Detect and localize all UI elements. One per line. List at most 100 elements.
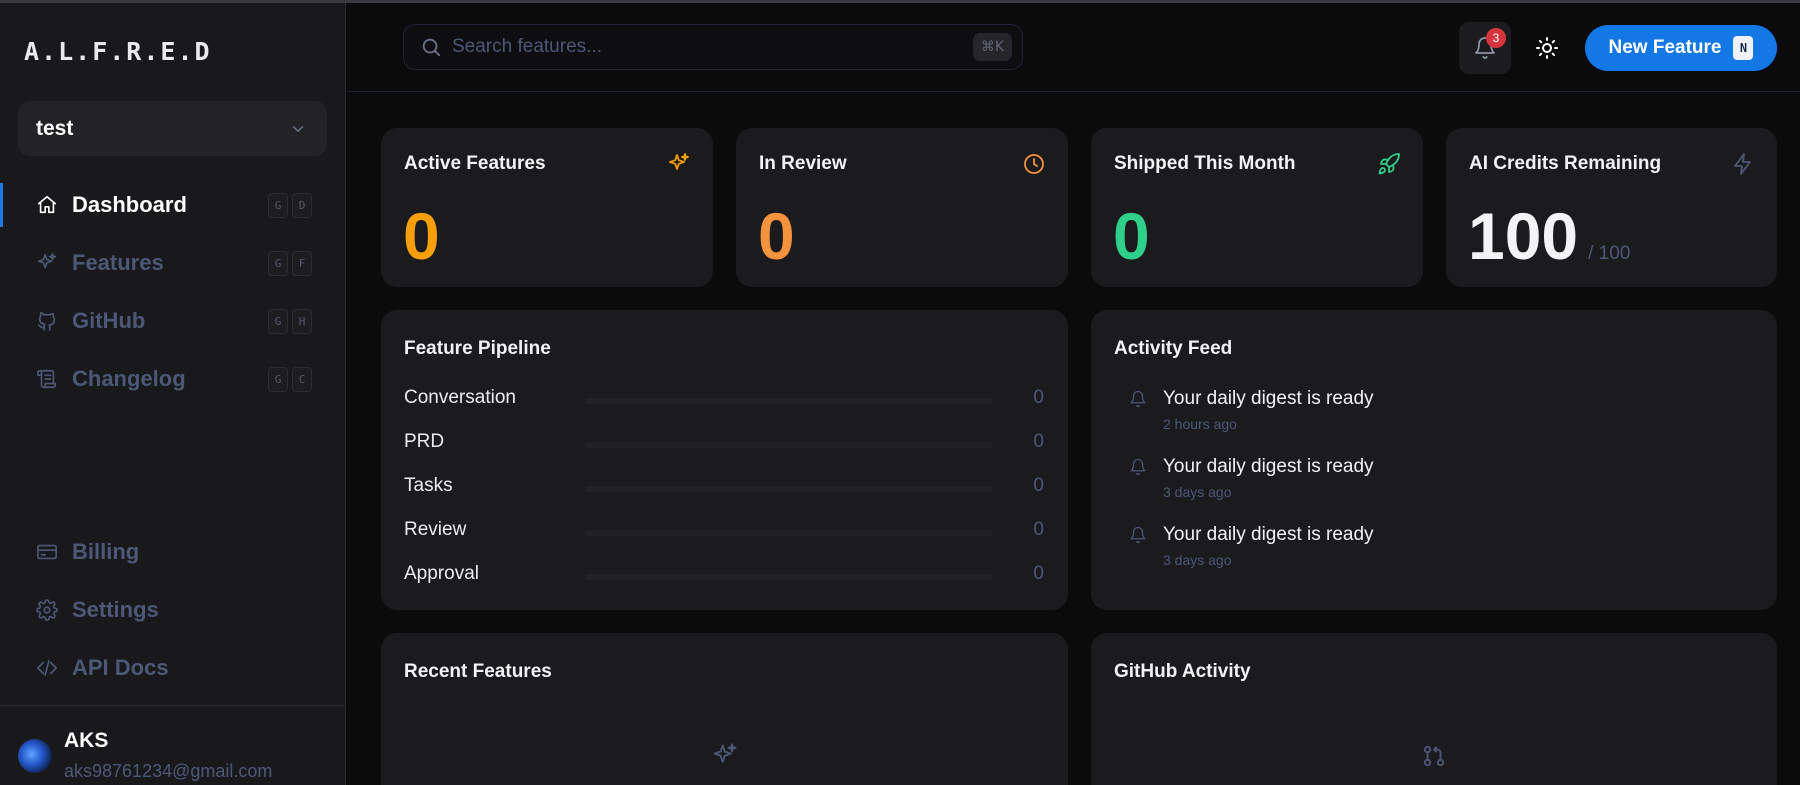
stat-card-active-features: Active Features 0	[381, 128, 713, 287]
activity-text: Your daily digest is ready	[1163, 388, 1374, 409]
activity-time: 3 days ago	[1163, 484, 1232, 500]
search-input[interactable]	[452, 36, 952, 58]
code-icon	[36, 657, 58, 679]
stat-value: 100 / 100	[1468, 198, 1630, 274]
pipeline-stage-label: Conversation	[404, 387, 516, 408]
sidebar-item-github[interactable]: GitHub G H	[0, 299, 345, 343]
bell-icon	[1130, 458, 1146, 476]
sidebar-item-label: Dashboard	[72, 192, 187, 217]
pipeline-stage-label: Tasks	[404, 475, 453, 496]
pipeline-progress-track	[585, 574, 993, 580]
pipeline-progress-track	[585, 530, 993, 536]
sidebar-item-features[interactable]: Features G F	[0, 241, 345, 285]
card-icon	[36, 541, 58, 563]
stat-title: In Review	[759, 153, 847, 174]
activity-time: 2 hours ago	[1163, 416, 1237, 432]
pipeline-progress-track	[585, 398, 993, 404]
git-pull-request-icon	[1423, 745, 1445, 767]
user-email: aks98761234@gmail.com	[64, 761, 273, 781]
shortcut-key: C	[292, 366, 312, 392]
shortcut-keys: G D	[268, 192, 312, 218]
credits-value: 100	[1468, 199, 1579, 273]
stat-title: AI Credits Remaining	[1469, 153, 1662, 174]
shortcut-key: D	[292, 192, 312, 218]
pipeline-stage-label: PRD	[404, 431, 445, 452]
new-feature-label: New Feature	[1608, 37, 1722, 58]
sidebar-item-dashboard[interactable]: Dashboard G D	[0, 183, 345, 227]
sidebar-item-label: Changelog	[72, 366, 186, 391]
new-feature-button[interactable]: New Feature N	[1585, 25, 1777, 71]
sidebar-item-label: API Docs	[72, 655, 169, 680]
shortcut-keys: G F	[268, 250, 312, 276]
sidebar-item-label: Features	[72, 250, 164, 275]
sparkle-icon	[36, 252, 58, 274]
credits-total: / 100	[1588, 243, 1631, 264]
stat-card-ai-credits: AI Credits Remaining 100 / 100	[1446, 128, 1777, 287]
stat-title: Active Features	[404, 153, 546, 174]
activity-feed-card: Activity Feed Your daily digest is ready…	[1091, 310, 1777, 610]
shortcut-keys: G H	[268, 308, 312, 334]
sun-icon	[1536, 37, 1558, 59]
pipeline-stage-count: 0	[1033, 519, 1044, 540]
search-icon	[422, 38, 441, 57]
avatar	[18, 739, 52, 773]
pipeline-stage-count: 0	[1033, 563, 1044, 584]
pipeline-stage-count: 0	[1033, 431, 1044, 452]
gear-icon	[36, 599, 58, 621]
activity-time: 3 days ago	[1163, 552, 1232, 568]
shortcut-key: G	[268, 366, 288, 392]
activity-text: Your daily digest is ready	[1163, 456, 1374, 477]
shortcut-key: F	[292, 250, 312, 276]
pipeline-stage-count: 0	[1033, 475, 1044, 496]
stat-value: 0	[403, 199, 440, 273]
stat-title: Shipped This Month	[1114, 153, 1296, 174]
notifications-button[interactable]: 3	[1459, 22, 1511, 74]
sidebar-item-api-docs[interactable]: API Docs	[0, 646, 345, 690]
top-bar: ⌘K 3 New Feature N	[347, 3, 1800, 92]
stat-card-shipped: Shipped This Month 0	[1091, 128, 1423, 287]
theme-toggle-button[interactable]	[1529, 30, 1565, 66]
pipeline-row-tasks: Tasks 0	[404, 475, 1044, 501]
card-title: GitHub Activity	[1114, 661, 1251, 682]
card-title: Recent Features	[404, 661, 552, 682]
clock-icon	[1024, 154, 1044, 174]
github-icon	[36, 310, 58, 332]
pipeline-stage-label: Approval	[404, 563, 479, 584]
search-shortcut: ⌘K	[972, 33, 1012, 61]
recent-features-card: Recent Features	[381, 633, 1068, 785]
workspace-switcher[interactable]: test	[18, 101, 327, 156]
sidebar-divider	[0, 705, 345, 706]
shortcut-key: G	[268, 250, 288, 276]
sidebar-item-billing[interactable]: Billing	[0, 530, 345, 574]
bell-icon	[1130, 390, 1146, 408]
shortcut-key: G	[268, 308, 288, 334]
rocket-icon	[1378, 153, 1400, 175]
pipeline-row-review: Review 0	[404, 519, 1044, 545]
sidebar-item-label: Settings	[72, 597, 159, 622]
shortcut-key: G	[268, 192, 288, 218]
workspace-name: test	[36, 116, 74, 140]
scroll-icon	[36, 368, 58, 390]
pipeline-stage-label: Review	[404, 519, 467, 540]
stat-value: 0	[1113, 199, 1150, 273]
activity-text: Your daily digest is ready	[1163, 524, 1374, 545]
shortcut-key: H	[292, 308, 312, 334]
card-title: Activity Feed	[1114, 338, 1233, 359]
new-feature-shortcut: N	[1733, 36, 1754, 60]
sidebar-item-settings[interactable]: Settings	[0, 588, 345, 632]
sidebar: A.L.F.R.E.D test Dashboard G D Features …	[0, 3, 346, 785]
sidebar-item-label: Billing	[72, 539, 140, 564]
stat-value: 0	[758, 199, 795, 273]
sidebar-item-label: GitHub	[72, 308, 146, 333]
pipeline-row-conversation: Conversation 0	[404, 387, 1044, 413]
pipeline-progress-track	[585, 442, 993, 448]
sidebar-item-changelog[interactable]: Changelog G C	[0, 357, 345, 401]
user-profile[interactable]: AKS aks98761234@gmail.com	[18, 729, 272, 782]
card-title: Feature Pipeline	[404, 338, 551, 359]
search-bar[interactable]: ⌘K	[403, 24, 1023, 70]
sparkle-icon	[669, 153, 689, 170]
pipeline-progress-track	[585, 486, 993, 492]
user-name: AKS	[64, 729, 109, 752]
pipeline-row-prd: PRD 0	[404, 431, 1044, 457]
notification-badge: 3	[1486, 28, 1506, 48]
